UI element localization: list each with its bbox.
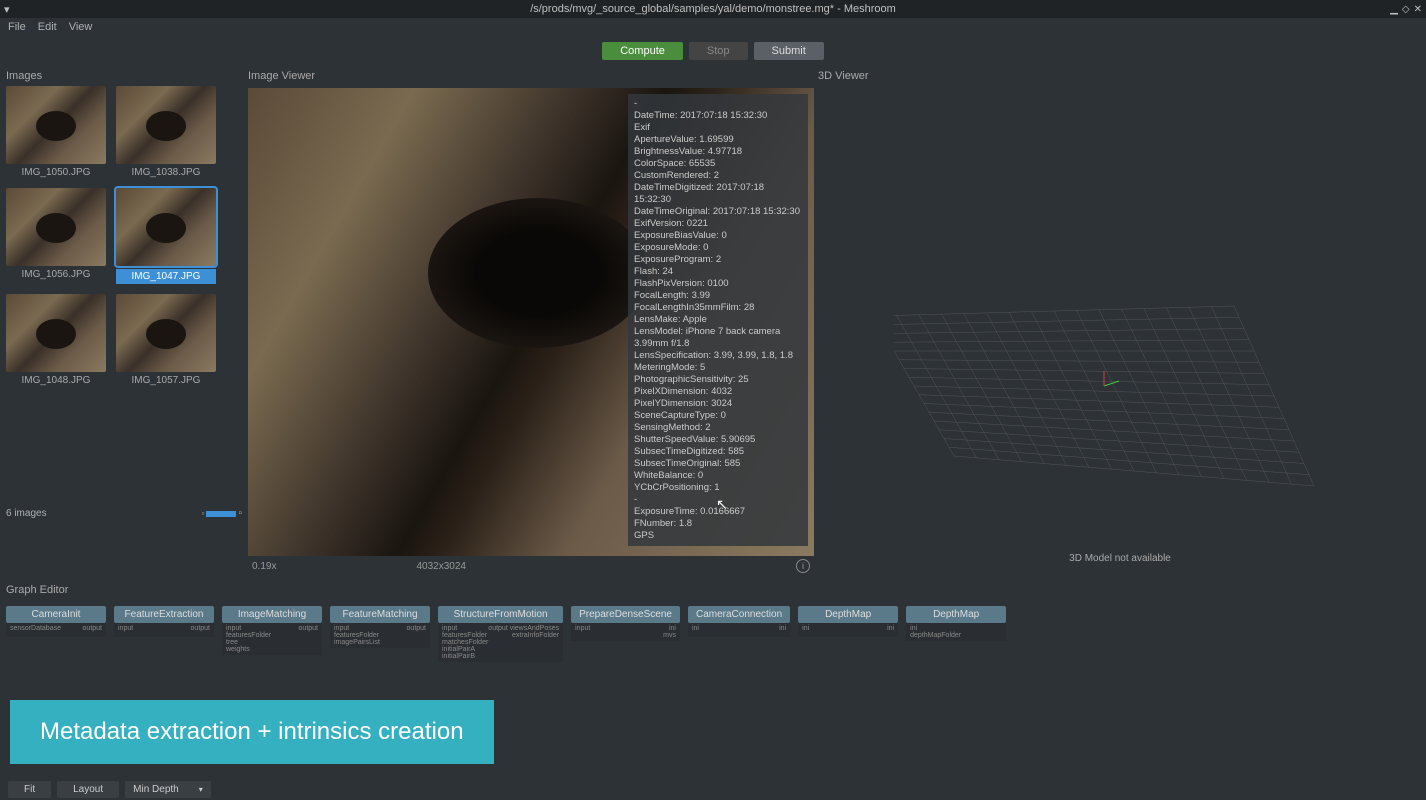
metadata-line: YCbCrPositioning: 1 (634, 482, 802, 494)
3d-status-message: 3D Model not available (1069, 553, 1171, 564)
menu-edit[interactable]: Edit (38, 21, 57, 33)
metadata-line: DateTime: 2017:07:18 15:32:30 (634, 110, 802, 122)
depth-dropdown[interactable]: Min Depth (125, 781, 211, 798)
metadata-line: ExposureProgram: 2 (634, 254, 802, 266)
graph-node[interactable]: ImageMatchinginputfeaturesFoldertreeweig… (222, 606, 322, 662)
metadata-line: WhiteBalance: 0 (634, 470, 802, 482)
submit-button[interactable]: Submit (754, 42, 824, 60)
image-thumbnail[interactable]: IMG_1057.JPG (116, 294, 216, 386)
graph-node[interactable]: FeatureMatchinginputfeaturesFolderimageP… (330, 606, 430, 662)
image-icon: ▫ (202, 509, 205, 518)
metadata-line: ExposureBiasValue: 0 (634, 230, 802, 242)
image-icon: ▫ (238, 508, 242, 519)
image-thumbnail[interactable]: IMG_1056.JPG (6, 188, 106, 284)
image-viewer-panel: Image Viewer -DateTime: 2017:07:18 15:32… (248, 66, 814, 576)
zoom-level: 0.19x (252, 561, 276, 572)
image-count: 6 images (6, 508, 47, 519)
graph-node[interactable]: CameraConnectioniniini (688, 606, 790, 662)
metadata-line: LensMake: Apple (634, 314, 802, 326)
graph-node[interactable]: StructureFromMotioninputfeaturesFolderma… (438, 606, 563, 662)
fit-button[interactable]: Fit (8, 781, 51, 798)
image-thumbnail[interactable]: IMG_1047.JPG (116, 188, 216, 284)
image-viewport[interactable]: -DateTime: 2017:07:18 15:32:30ExifApertu… (248, 88, 814, 556)
metadata-line: CustomRendered: 2 (634, 170, 802, 182)
metadata-line: ApertureValue: 1.69599 (634, 134, 802, 146)
metadata-line: ExposureMode: 0 (634, 242, 802, 254)
graph-node[interactable]: DepthMapiniini (798, 606, 898, 662)
close-button[interactable]: ✕ (1414, 4, 1422, 15)
metadata-line: Exif (634, 122, 802, 134)
metadata-overlay[interactable]: -DateTime: 2017:07:18 15:32:30ExifApertu… (628, 94, 808, 546)
thumbnail-label: IMG_1056.JPG (6, 269, 106, 280)
thumbnail-label: IMG_1047.JPG (116, 269, 216, 284)
3d-viewer-title: 3D Viewer (814, 66, 1426, 86)
metadata-line: PixelXDimension: 4032 (634, 386, 802, 398)
metadata-line: SensingMethod: 2 (634, 422, 802, 434)
stop-button[interactable]: Stop (689, 42, 748, 60)
thumbnail-size-slider[interactable]: ▫ ▫ (202, 508, 242, 519)
metadata-line: FocalLengthIn35mmFilm: 28 (634, 302, 802, 314)
metadata-line: ExifVersion: 0221 (634, 218, 802, 230)
images-panel: Images IMG_1050.JPG IMG_1038.JPG IMG_1056.… (0, 66, 248, 576)
graph-node[interactable]: PrepareDenseSceneinputinimvs (571, 606, 680, 662)
layout-button[interactable]: Layout (57, 781, 119, 798)
menu-file[interactable]: File (8, 21, 26, 33)
metadata-line: MeteringMode: 5 (634, 362, 802, 374)
thumbnail-label: IMG_1048.JPG (6, 375, 106, 386)
metadata-line: FNumber: 1.8 (634, 518, 802, 530)
metadata-line: BrightnessValue: 4.97718 (634, 146, 802, 158)
maximize-button[interactable]: ◇ (1402, 4, 1410, 15)
metadata-line: PhotographicSensitivity: 25 (634, 374, 802, 386)
metadata-line: - (634, 494, 802, 506)
toolbar: Compute Stop Submit (0, 36, 1426, 66)
titlebar: ▾ /s/prods/mvg/_source_global/samples/ya… (0, 0, 1426, 18)
metadata-line: SceneCaptureType: 0 (634, 410, 802, 422)
bottom-bar: Fit Layout Min Depth (0, 778, 1426, 800)
metadata-line: LensModel: iPhone 7 back camera 3.99mm f… (634, 326, 802, 350)
app-icon: ▾ (4, 3, 10, 16)
image-dimensions: 4032x3024 (416, 561, 466, 572)
graph-node[interactable]: FeatureExtractioninputoutput (114, 606, 214, 662)
metadata-line: ColorSpace: 65535 (634, 158, 802, 170)
thumbnail-label: IMG_1038.JPG (116, 167, 216, 178)
metadata-line: GPS (634, 530, 802, 542)
window-title: /s/prods/mvg/_source_global/samples/yal/… (530, 3, 896, 15)
metadata-line: FlashPixVersion: 0100 (634, 278, 802, 290)
caption-banner: Metadata extraction + intrinsics creatio… (10, 700, 494, 764)
graph-node[interactable]: CameraInitsensorDatabaseoutput (6, 606, 106, 662)
menu-view[interactable]: View (69, 21, 93, 33)
thumbnail-label: IMG_1057.JPG (116, 375, 216, 386)
metadata-line: PixelYDimension: 3024 (634, 398, 802, 410)
3d-viewport[interactable]: 3D Model not available (814, 86, 1426, 576)
image-thumbnail[interactable]: IMG_1048.JPG (6, 294, 106, 386)
metadata-line: FocalLength: 3.99 (634, 290, 802, 302)
metadata-line: SubsecTimeDigitized: 585 (634, 446, 802, 458)
image-thumbnail[interactable]: IMG_1038.JPG (116, 86, 216, 178)
metadata-line: ShutterSpeedValue: 5.90695 (634, 434, 802, 446)
metadata-line: Flash: 24 (634, 266, 802, 278)
image-thumbnail[interactable]: IMG_1050.JPG (6, 86, 106, 178)
metadata-line: DateTimeOriginal: 2017:07:18 15:32:30 (634, 206, 802, 218)
metadata-line: SubsecTimeOriginal: 585 (634, 458, 802, 470)
thumbnail-label: IMG_1050.JPG (6, 167, 106, 178)
menubar: File Edit View (0, 18, 1426, 36)
minimize-button[interactable]: ▁ (1390, 4, 1398, 15)
metadata-line: LensSpecification: 3.99, 3.99, 1.8, 1.8 (634, 350, 802, 362)
metadata-line: - (634, 98, 802, 110)
metadata-line: ExposureTime: 0.0166667 (634, 506, 802, 518)
graph-title: Graph Editor (6, 580, 1420, 600)
viewer-title: Image Viewer (248, 66, 814, 86)
compute-button[interactable]: Compute (602, 42, 683, 60)
info-icon[interactable]: i (796, 559, 810, 573)
images-title: Images (6, 66, 242, 86)
metadata-line: DateTimeDigitized: 2017:07:18 15:32:30 (634, 182, 802, 206)
3d-viewer-panel: 3D Viewer RX RY RZ Scale ✓SfM✕ ✓Mesh ✓Te… (814, 66, 1426, 576)
graph-node[interactable]: DepthMapinidepthMapFolder (906, 606, 1006, 662)
grid-3d (894, 286, 1314, 486)
